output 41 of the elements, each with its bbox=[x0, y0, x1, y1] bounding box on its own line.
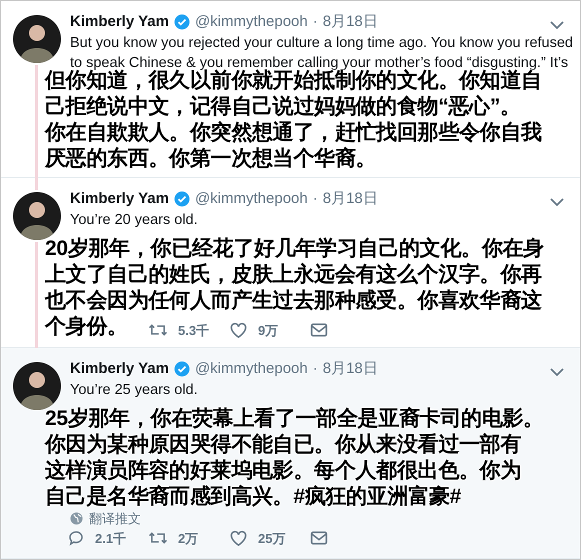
separator-dot: · bbox=[312, 358, 318, 379]
caption-overlay-line: 25岁那年，你在荧幕上看了一部全是亚裔卡司的电影。 bbox=[45, 406, 544, 432]
action-count: 25万 bbox=[258, 530, 286, 548]
caption-overlay-line: 也不会因为任何人而产生过去那种感受。你喜欢华裔这 bbox=[45, 288, 542, 314]
tweet-date[interactable]: 8月18日 bbox=[322, 188, 378, 210]
action-count: 2万 bbox=[178, 530, 198, 548]
action-count: 9万 bbox=[258, 322, 278, 340]
author-name[interactable]: Kimberly Yam bbox=[70, 10, 169, 34]
caret-down-icon[interactable] bbox=[550, 198, 564, 207]
action-count: 5.3千 bbox=[178, 322, 210, 340]
tweet-date[interactable]: 8月18日 bbox=[322, 358, 378, 380]
caret-down-icon[interactable] bbox=[550, 368, 564, 377]
reply-icon[interactable] bbox=[67, 529, 85, 548]
caption-overlay-line: 自己是名华裔而感到高兴。#疯狂的亚洲富豪# bbox=[45, 484, 462, 510]
action-count: 2.1千 bbox=[95, 530, 126, 548]
author-name[interactable]: Kimberly Yam bbox=[70, 358, 169, 380]
heart-icon[interactable] bbox=[229, 529, 248, 548]
envelope-icon[interactable] bbox=[310, 322, 328, 338]
separator-dot: · bbox=[312, 188, 318, 209]
caret-down-icon[interactable] bbox=[550, 21, 564, 30]
caption-overlay-line: 上文了自己的姓氏，皮肤上永远会有这么个汉字。你再 bbox=[45, 262, 542, 288]
tweet-date[interactable]: 8月18日 bbox=[322, 10, 378, 34]
translate-link[interactable]: 翻译推文 bbox=[89, 509, 141, 528]
caption-overlay-line: 己拒绝说中文，记得自己说过妈妈做的食物“恶心”。 bbox=[45, 94, 521, 120]
caption-overlay-line: 个身份。 bbox=[45, 314, 128, 340]
author-name[interactable]: Kimberly Yam bbox=[70, 188, 169, 210]
separator-dot: · bbox=[312, 12, 318, 32]
tweet-text-line: You’re 20 years old. bbox=[70, 211, 199, 230]
caption-overlay-line: 你因为某种原因哭得不能自已。你从来没看过一部有 bbox=[45, 432, 522, 458]
tweet-text-line: You’re 25 years old. bbox=[70, 381, 199, 400]
envelope-icon[interactable] bbox=[310, 530, 328, 546]
author-handle[interactable]: @kimmythepooh bbox=[194, 358, 308, 380]
author-handle[interactable]: @kimmythepooh bbox=[194, 188, 308, 210]
caption-overlay-line: 但你知道，很久以前你就开始抵制你的文化。你知道自 bbox=[45, 69, 542, 94]
caption-overlay-line: 你在自欺欺人。你突然想通了，赶忙找回那些令你自我 bbox=[45, 120, 542, 146]
caption-overlay-line: 厌恶的东西。你第一次想当个华裔。 bbox=[45, 146, 376, 172]
caption-overlay-line: 20岁那年，你已经花了好几年学习自己的文化。你在身 bbox=[45, 236, 544, 262]
globe-icon bbox=[70, 512, 83, 526]
heart-icon[interactable] bbox=[229, 321, 248, 340]
caption-overlay-line: 这样演员阵容的好莱坞电影。每个人都很出色。你为 bbox=[45, 458, 522, 484]
author-handle[interactable]: @kimmythepooh bbox=[194, 10, 308, 34]
